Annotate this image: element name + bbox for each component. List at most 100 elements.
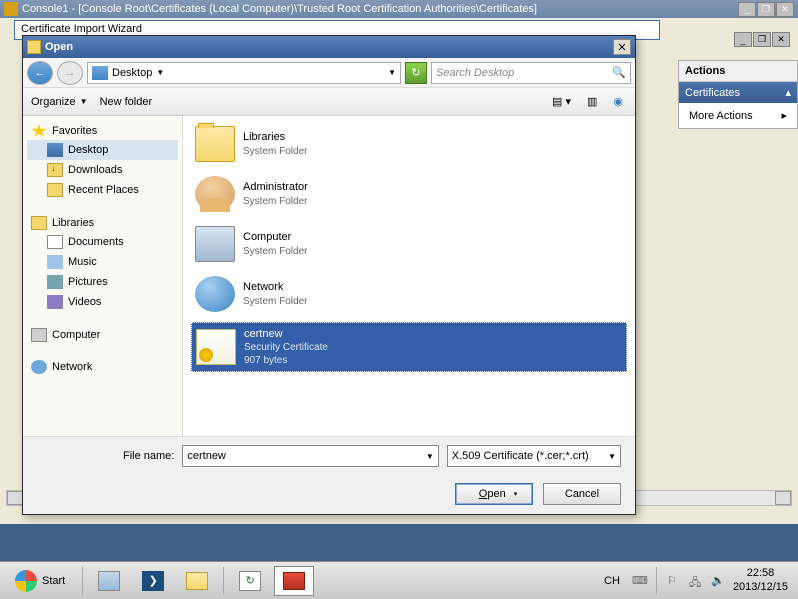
inner-restore-button[interactable]: ❐ (753, 32, 771, 47)
task-explorer[interactable] (177, 566, 217, 596)
mmc-titlebar: Console1 - [Console Root\Certificates (L… (0, 0, 798, 18)
windows-icon (15, 570, 37, 592)
search-input[interactable]: Search Desktop 🔍 (431, 62, 631, 84)
network-icon (31, 360, 47, 374)
nav-computer[interactable]: Computer (27, 326, 178, 344)
user-icon (195, 176, 235, 212)
nav-pane: Favorites Desktop Downloads Recent Place… (23, 116, 183, 436)
wizard-title: Certificate Import Wizard (21, 23, 142, 35)
forward-button[interactable]: → (57, 61, 83, 85)
powershell-icon: ❯ (142, 571, 164, 591)
item-network[interactable]: Network System Folder (191, 272, 627, 316)
music-icon (47, 255, 63, 269)
nav-downloads[interactable]: Downloads (27, 160, 178, 180)
chevron-down-icon: ▼ (80, 97, 88, 106)
certificate-icon (196, 329, 236, 365)
chevron-right-icon: ▸ (781, 109, 787, 122)
content-pane: Libraries System Folder Administrator Sy… (183, 116, 635, 436)
taskbar: Start ❯ ↻ CH ⌨ ⚐ 🖧 🔈 22:58 2013/12/15 (0, 561, 798, 599)
task-server-manager[interactable] (89, 566, 129, 596)
open-dialog: Open ✕ ← → Desktop ▼ ▼ ↻ Search Desktop … (22, 35, 636, 515)
refresh-button[interactable]: ↻ (405, 62, 427, 84)
item-libraries[interactable]: Libraries System Folder (191, 122, 627, 166)
nav-music[interactable]: Music (27, 252, 178, 272)
item-certnew[interactable]: certnew Security Certificate 907 bytes (191, 322, 627, 372)
cancel-button[interactable]: Cancel (543, 483, 621, 505)
videos-icon (47, 295, 63, 309)
file-name-label: File name: (123, 450, 174, 462)
start-button[interactable]: Start (4, 566, 76, 596)
dialog-title: Open (45, 41, 73, 53)
libraries-group[interactable]: Libraries (27, 214, 178, 232)
actions-certificates-header[interactable]: Certificates ▴ (679, 82, 797, 103)
location-combo[interactable]: Desktop ▼ ▼ (87, 62, 401, 84)
minimize-button[interactable]: _ (738, 2, 756, 17)
desktop-icon (47, 143, 63, 157)
dialog-close-button[interactable]: ✕ (613, 39, 631, 55)
chevron-down-icon: ▼ (156, 68, 164, 77)
back-button[interactable]: ← (27, 61, 53, 85)
flag-icon[interactable]: ⚐ (667, 574, 681, 588)
task-powershell[interactable]: ❯ (133, 566, 173, 596)
organize-menu[interactable]: Organize ▼ (31, 96, 88, 108)
keyboard-icon[interactable]: ⌨ (632, 574, 646, 588)
actions-header: Actions (679, 61, 797, 82)
nav-documents[interactable]: Documents (27, 232, 178, 252)
desktop-icon (92, 66, 108, 80)
downloads-icon (47, 163, 63, 177)
inner-close-button[interactable]: ✕ (772, 32, 790, 47)
explorer-icon (186, 572, 208, 590)
search-icon: 🔍 (612, 66, 626, 79)
item-administrator[interactable]: Administrator System Folder (191, 172, 627, 216)
folder-icon (195, 126, 235, 162)
recent-icon (47, 183, 63, 197)
nav-row: ← → Desktop ▼ ▼ ↻ Search Desktop 🔍 (23, 58, 635, 88)
nav-desktop[interactable]: Desktop (27, 140, 178, 160)
close-button[interactable]: ✕ (776, 2, 794, 17)
nav-network[interactable]: Network (27, 358, 178, 376)
pictures-icon (47, 275, 63, 289)
help-button[interactable]: ◉ (609, 93, 627, 110)
network-icon (195, 276, 235, 312)
libraries-icon (31, 216, 47, 230)
item-computer[interactable]: Computer System Folder (191, 222, 627, 266)
wizard-icon: ↻ (239, 571, 261, 591)
file-name-input[interactable]: certnew ▼ (182, 445, 438, 467)
scroll-left-icon[interactable] (7, 491, 23, 505)
actions-panel: Actions Certificates ▴ More Actions ▸ (678, 60, 798, 129)
mmc-icon (4, 2, 18, 16)
documents-icon (47, 235, 63, 249)
more-actions-item[interactable]: More Actions ▸ (679, 103, 797, 128)
preview-button[interactable]: ▥ (583, 93, 601, 110)
mmc-title: Console1 - [Console Root\Certificates (L… (22, 3, 537, 15)
open-titlebar: Open ✕ (23, 36, 635, 58)
task-wizard[interactable]: ↻ (230, 566, 270, 596)
clock[interactable]: 22:58 2013/12/15 (733, 567, 788, 593)
toolbar: Organize ▼ New folder ▤ ▾ ▥ ◉ (23, 88, 635, 116)
maximize-button[interactable]: ❐ (757, 2, 775, 17)
network-tray-icon[interactable]: 🖧 (689, 574, 703, 588)
nav-pictures[interactable]: Pictures (27, 272, 178, 292)
computer-icon (195, 226, 235, 262)
scroll-right-icon[interactable] (775, 491, 791, 505)
nav-videos[interactable]: Videos (27, 292, 178, 312)
language-indicator[interactable]: CH (600, 573, 624, 589)
file-type-combo[interactable]: X.509 Certificate (*.cer;*.crt) ▼ (447, 445, 621, 467)
chevron-down-icon: ▼ (608, 452, 616, 461)
nav-recent[interactable]: Recent Places (27, 180, 178, 200)
computer-icon (31, 328, 47, 342)
favorites-group[interactable]: Favorites (27, 122, 178, 140)
task-console[interactable] (274, 566, 314, 596)
new-folder-button[interactable]: New folder (100, 96, 153, 108)
system-tray: CH ⌨ ⚐ 🖧 🔈 22:58 2013/12/15 (600, 567, 794, 595)
open-button[interactable]: Open ▾ (455, 483, 533, 505)
star-icon (31, 124, 47, 138)
server-icon (98, 571, 120, 591)
chevron-down-icon: ▼ (426, 452, 434, 461)
filter-row: File name: certnew ▼ X.509 Certificate (… (23, 436, 635, 475)
inner-minimize-button[interactable]: _ (734, 32, 752, 47)
console-icon (283, 572, 305, 590)
collapse-icon: ▴ (785, 86, 791, 99)
sound-icon[interactable]: 🔈 (711, 574, 725, 588)
view-button[interactable]: ▤ ▾ (548, 93, 575, 110)
